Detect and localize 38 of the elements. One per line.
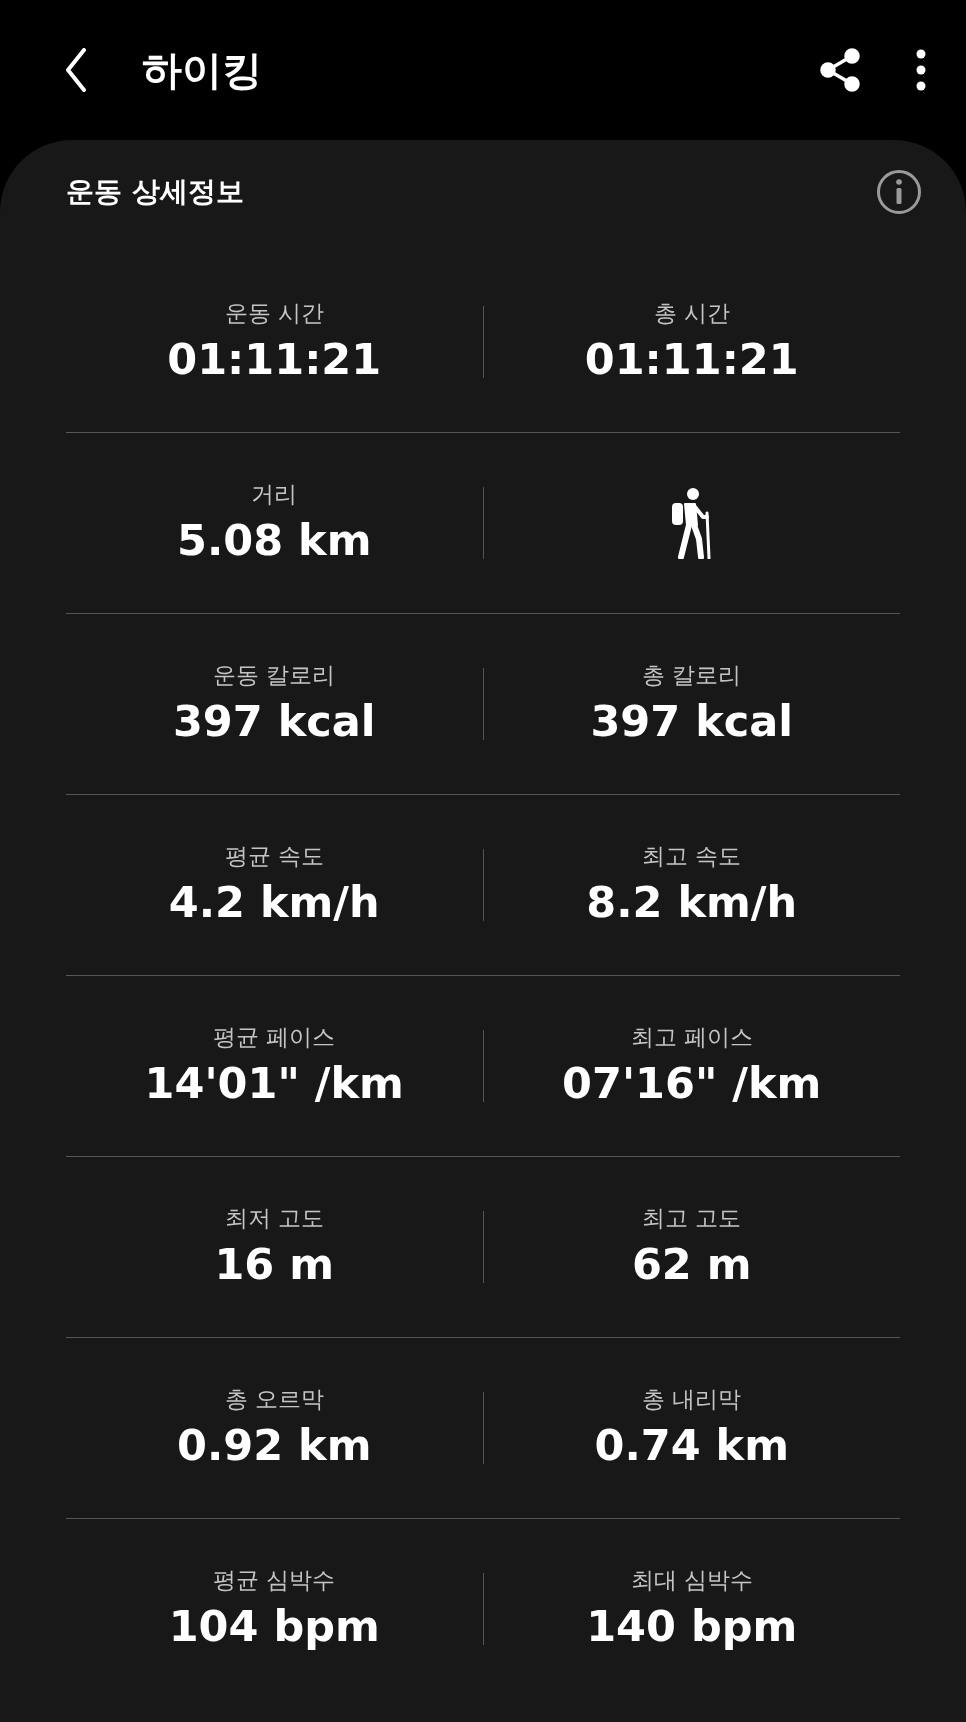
- stat-value: 07'16" /km: [562, 1057, 822, 1110]
- stat-value: 397 kcal: [172, 695, 376, 748]
- share-icon: [820, 48, 860, 92]
- stat-value: 0.74 km: [594, 1419, 789, 1472]
- stat-label: 운동 시간: [224, 299, 324, 328]
- stat-label: 평균 속도: [224, 842, 324, 871]
- stat-value: 14'01" /km: [144, 1057, 404, 1110]
- section-title: 운동 상세정보: [66, 174, 244, 210]
- share-button[interactable]: [820, 48, 860, 92]
- info-icon: [876, 169, 922, 215]
- stat-label: 총 내리막: [642, 1385, 742, 1414]
- stat-label: 최고 페이스: [630, 1023, 753, 1052]
- more-options-button[interactable]: [916, 49, 926, 91]
- stat-value: 5.08 km: [177, 514, 372, 567]
- stat-value: 4.2 km/h: [168, 876, 380, 929]
- stat-value: 0.92 km: [177, 1419, 372, 1472]
- stat-value: 01:11:21: [167, 333, 382, 386]
- stat-value: 01:11:21: [584, 333, 799, 386]
- stat-value: 104 bpm: [168, 1600, 380, 1653]
- info-button[interactable]: [876, 169, 922, 215]
- stat-label: 거리: [251, 480, 298, 509]
- stat-value: 16 m: [214, 1238, 335, 1291]
- stat-label: 최저 고도: [224, 1204, 324, 1233]
- menu-icon: [916, 49, 926, 91]
- stat-label: 최대 심박수: [630, 1566, 753, 1595]
- stat-value: 397 kcal: [590, 695, 794, 748]
- stat-value: 8.2 km/h: [586, 876, 798, 929]
- stat-label: 최고 고도: [642, 1204, 742, 1233]
- stat-label: 운동 칼로리: [213, 661, 336, 690]
- stat-value: 140 bpm: [586, 1600, 798, 1653]
- stat-label: 평균 심박수: [213, 1566, 336, 1595]
- stat-label: 총 오르막: [224, 1385, 324, 1414]
- stat-value: 62 m: [631, 1238, 752, 1291]
- page-title: 하이킹: [142, 45, 263, 95]
- stat-label: 최고 속도: [642, 842, 742, 871]
- stat-label: 총 시간: [653, 299, 730, 328]
- stat-label: 총 칼로리: [642, 661, 742, 690]
- stat-label: 평균 페이스: [213, 1023, 336, 1052]
